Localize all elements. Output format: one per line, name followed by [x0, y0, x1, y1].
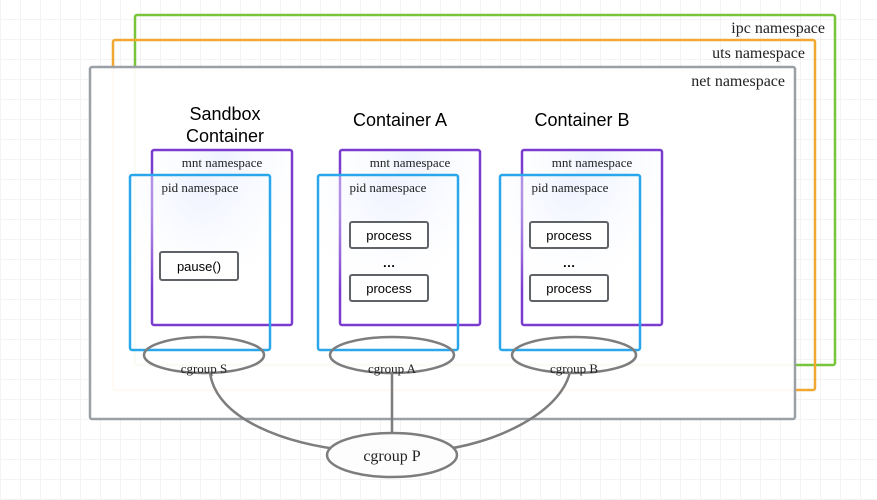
container-a-dots: …: [383, 255, 396, 270]
sandbox-title-line2: Container: [186, 126, 264, 146]
container-b-title: Container B: [534, 110, 629, 130]
container-a-title: Container A: [353, 110, 447, 130]
container-a-mnt-label: mnt namespace: [370, 155, 451, 170]
container-a-proc1-label: process: [366, 228, 412, 243]
container-a-proc2-label: process: [366, 281, 412, 296]
container-b-pid-label: pid namespace: [532, 180, 609, 195]
cgroup-p-label: cgroup P: [363, 448, 420, 465]
container-b: Container B mnt namespace pid namespace …: [500, 110, 662, 376]
container-b-proc1-label: process: [546, 228, 592, 243]
container-a: Container A mnt namespace pid namespace …: [318, 110, 480, 376]
container-a-pid-label: pid namespace: [350, 180, 427, 195]
container-b-mnt-label: mnt namespace: [552, 155, 633, 170]
uts-namespace-label: uts namespace: [712, 45, 805, 62]
pause-label: pause(): [177, 259, 221, 274]
container-b-proc2-label: process: [546, 281, 592, 296]
sandbox-pid-label: pid namespace: [162, 180, 239, 195]
ipc-namespace-label: ipc namespace: [731, 20, 825, 37]
container-b-dots: …: [563, 255, 576, 270]
sandbox-mnt-label: mnt namespace: [182, 155, 263, 170]
net-namespace-label: net namespace: [691, 73, 785, 90]
cgroup-b-label: cgroup B: [550, 361, 598, 376]
cgroup-s-label: cgroup S: [181, 361, 228, 376]
sandbox-title-line1: Sandbox: [189, 104, 260, 124]
